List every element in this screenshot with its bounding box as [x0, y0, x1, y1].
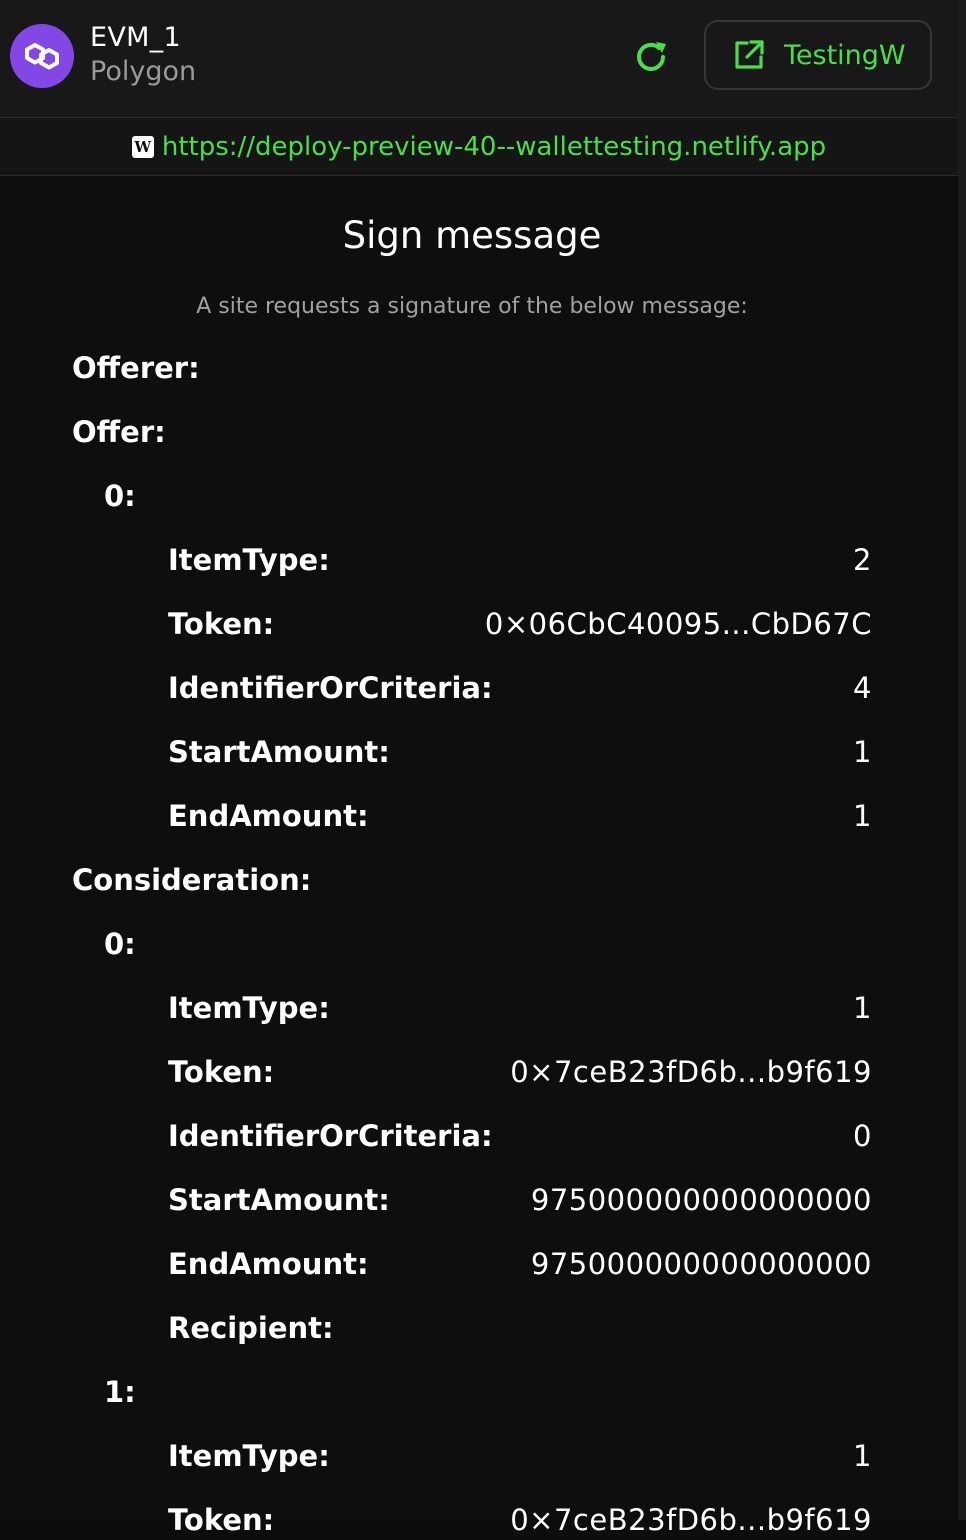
field-value: 1 [853, 991, 872, 1025]
page-title: Sign message [342, 214, 602, 257]
field-key: ItemType: [168, 543, 330, 577]
offer-row: Offer: [72, 412, 872, 452]
field-value: 2 [853, 543, 872, 577]
field-value: 0×7ceB23fD6b...b9f619 [510, 1055, 872, 1089]
field-value: 1 [853, 799, 872, 833]
field-value: 4 [853, 671, 872, 705]
message-field-row: Token: 0×7ceB23fD6b...b9f619 [168, 1052, 872, 1092]
offer-item-index: 0: [104, 476, 872, 516]
field-key: 0: [104, 927, 136, 961]
field-key: EndAmount: [168, 799, 369, 833]
field-key: Token: [168, 1055, 275, 1089]
site-favicon-icon: W [131, 135, 154, 158]
refresh-button[interactable] [628, 34, 674, 80]
message-field-row: Token: 0×7ceB23fD6b...b9f619 [168, 1500, 872, 1540]
message-field-row: IdentifierOrCriteria: 0 [168, 1116, 872, 1156]
offerer-row: Offerer: [72, 348, 872, 388]
wallet-name: TestingW [784, 39, 906, 71]
consideration-row: Consideration: [72, 860, 872, 900]
field-key: IdentifierOrCriteria: [168, 671, 493, 705]
message-field-row: ItemType: 1 [168, 1436, 872, 1476]
field-value: 1 [853, 735, 872, 769]
message-field-row: ItemType: 2 [168, 540, 872, 580]
field-key: EndAmount: [168, 1247, 369, 1281]
field-value: 0 [853, 1119, 872, 1153]
field-key: Consideration: [72, 863, 312, 897]
message-field-row: EndAmount: 1 [168, 796, 872, 836]
sign-message-screen: EVM_1 Polygon TestingW W https://deploy-… [0, 0, 958, 1537]
field-key: StartAmount: [168, 1183, 390, 1217]
message-field-row: StartAmount: 1 [168, 732, 872, 772]
field-key: IdentifierOrCriteria: [168, 1119, 493, 1153]
field-value: 975000000000000000 [530, 1247, 872, 1281]
message-field-row: ItemType: 1 [168, 988, 872, 1028]
consideration-item-index: 1: [104, 1372, 872, 1412]
site-origin-bar: W https://deploy-preview-40--wallettesti… [0, 118, 958, 176]
site-url[interactable]: https://deploy-preview-40--wallettesting… [162, 132, 826, 162]
account-header: EVM_1 Polygon TestingW [0, 0, 958, 118]
field-value: 975000000000000000 [530, 1183, 872, 1217]
message-field-row: EndAmount: 975000000000000000 [168, 1244, 872, 1284]
field-key: Offerer: [72, 351, 200, 385]
network-name: Polygon [90, 56, 197, 87]
polygon-logo-icon [10, 24, 74, 88]
field-value: 0×7ceB23fD6b...b9f619 [510, 1503, 872, 1537]
message-field-row: Token: 0×06CbC40095...CbD67C [168, 604, 872, 644]
page-subtitle: A site requests a signature of the below… [196, 294, 748, 319]
field-key: 1: [104, 1375, 136, 1409]
field-key: Offer: [72, 415, 166, 449]
field-key: 0: [104, 479, 136, 513]
account-name: EVM_1 [90, 22, 182, 53]
field-key: Token: [168, 1503, 275, 1537]
consideration-item-index: 0: [104, 924, 872, 964]
message-field-row: Recipient: [168, 1308, 872, 1348]
message-field-row: StartAmount: 975000000000000000 [168, 1180, 872, 1220]
wallet-switch-button[interactable]: TestingW [704, 20, 932, 90]
external-link-icon [735, 40, 764, 69]
field-key: Token: [168, 607, 275, 641]
field-value: 0×06CbC40095...CbD67C [484, 607, 872, 641]
field-key: StartAmount: [168, 735, 390, 769]
field-key: Recipient: [168, 1311, 334, 1345]
window-edge [958, 0, 966, 1520]
refresh-icon [637, 42, 666, 71]
field-key: ItemType: [168, 1439, 330, 1473]
message-field-row: IdentifierOrCriteria: 4 [168, 668, 872, 708]
field-value: 1 [853, 1439, 872, 1473]
field-key: ItemType: [168, 991, 330, 1025]
